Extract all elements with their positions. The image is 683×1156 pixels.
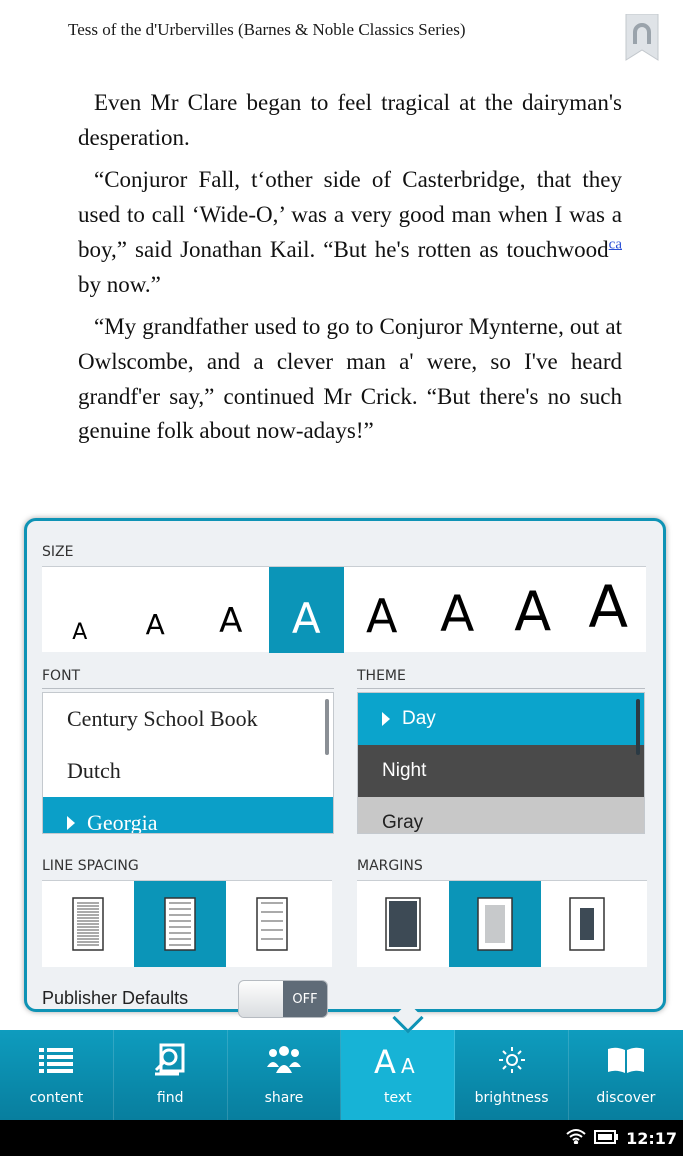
battery-icon (594, 1129, 619, 1148)
toolbar-find-button[interactable]: find (114, 1030, 228, 1120)
scrollbar[interactable] (325, 699, 329, 755)
toolbar-content-button[interactable]: content (0, 1030, 114, 1120)
line-spacing-option[interactable] (226, 881, 318, 967)
size-option[interactable]: A (118, 567, 194, 653)
theme-option-label: Gray (382, 812, 424, 833)
font-option[interactable]: Dutch (43, 745, 333, 797)
toolbar-label: text (383, 1090, 412, 1106)
theme-option-label: Night (382, 760, 427, 781)
scrollbar[interactable] (636, 699, 640, 755)
reader-text: Even Mr Clare began to feel tragical at … (78, 86, 622, 457)
line-spacing-option[interactable] (42, 881, 134, 967)
brightness-icon (495, 1042, 529, 1078)
divider (42, 688, 334, 689)
publisher-defaults-label: Publisher Defaults (42, 988, 189, 1008)
size-section-label: SIZE (42, 544, 74, 560)
font-option-label: Dutch (67, 758, 121, 783)
svg-text:A: A (401, 1054, 415, 1077)
people-icon (265, 1042, 303, 1078)
toolbar-discover-button[interactable]: discover (569, 1030, 683, 1120)
size-option[interactable]: A (268, 567, 344, 653)
selected-indicator-icon (67, 816, 75, 830)
size-option[interactable]: A (420, 567, 496, 653)
line-spacing-selector (42, 880, 332, 967)
theme-option[interactable]: Gray (358, 797, 644, 833)
reader-toolbar: content find share A A text brightness d… (0, 1030, 683, 1120)
theme-option[interactable]: Day (358, 693, 644, 745)
toolbar-label: share (264, 1090, 304, 1106)
line-spacing-option[interactable] (134, 881, 226, 967)
size-selector: AAAAAAAA (42, 566, 647, 653)
font-option[interactable]: Georgia (43, 797, 333, 834)
size-option[interactable]: A (193, 567, 269, 653)
text-size-icon: A A (374, 1042, 422, 1078)
paragraph: “My grandfather used to go to Conjuror M… (78, 314, 622, 444)
theme-option[interactable]: Night (358, 745, 644, 797)
divider (357, 688, 645, 689)
margins-icon (385, 897, 421, 951)
margins-option[interactable] (357, 881, 449, 967)
find-icon (153, 1042, 187, 1078)
wifi-icon (566, 1128, 586, 1148)
size-option[interactable]: A (495, 567, 571, 653)
paragraph: Even Mr Clare began to feel tragical at … (78, 90, 622, 150)
footnote-link[interactable]: ca (609, 236, 622, 252)
selected-indicator-icon (382, 712, 390, 726)
toolbar-share-button[interactable]: share (228, 1030, 342, 1120)
line-spacing-icon (164, 897, 196, 951)
theme-section-label: THEME (357, 668, 406, 684)
font-option-label: Century School Book (67, 706, 258, 731)
margins-section-label: MARGINS (357, 858, 423, 874)
paragraph-text: by now.” (78, 271, 161, 297)
svg-text:A: A (374, 1043, 396, 1077)
toolbar-label: content (29, 1090, 84, 1106)
line-spacing-section-label: LINE SPACING (42, 858, 139, 874)
publisher-defaults-toggle[interactable]: OFF (238, 980, 328, 1018)
status-bar: 12:17 (0, 1120, 683, 1156)
margins-icon (569, 897, 605, 951)
font-option-label: Georgia (87, 810, 158, 834)
margins-selector (357, 880, 647, 967)
theme-list[interactable]: Day Night Gray (357, 692, 645, 834)
size-option[interactable]: A (571, 567, 647, 653)
clock: 12:17 (626, 1128, 677, 1148)
toggle-knob[interactable] (239, 981, 285, 1017)
paragraph: “Conjuror Fall, t‘other side of Casterbr… (78, 163, 622, 302)
line-spacing-icon (72, 897, 104, 951)
margins-option[interactable] (541, 881, 633, 967)
margins-icon (477, 897, 513, 951)
book-title: Tess of the d'Urbervilles (Barnes & Nobl… (68, 20, 466, 39)
toolbar-brightness-button[interactable]: brightness (455, 1030, 569, 1120)
list-icon (39, 1042, 74, 1078)
line-spacing-icon (256, 897, 288, 951)
size-option[interactable]: A (344, 567, 420, 653)
open-book-icon (606, 1042, 646, 1078)
toolbar-label: discover (596, 1090, 656, 1106)
font-list[interactable]: Century School Book Dutch Georgia (42, 692, 334, 834)
size-option[interactable]: A (42, 567, 118, 653)
font-option[interactable]: Century School Book (43, 693, 333, 745)
font-section-label: FONT (42, 668, 81, 684)
toolbar-label: brightness (474, 1090, 549, 1106)
margins-option[interactable] (449, 881, 541, 967)
bookmark-icon[interactable] (624, 13, 660, 62)
paragraph-text: “Conjuror Fall, t‘other side of Casterbr… (78, 167, 622, 262)
toggle-state: OFF (283, 981, 327, 1017)
toolbar-text-button[interactable]: A A text (341, 1030, 456, 1120)
theme-option-label: Day (402, 708, 436, 729)
toolbar-label: find (156, 1090, 184, 1106)
